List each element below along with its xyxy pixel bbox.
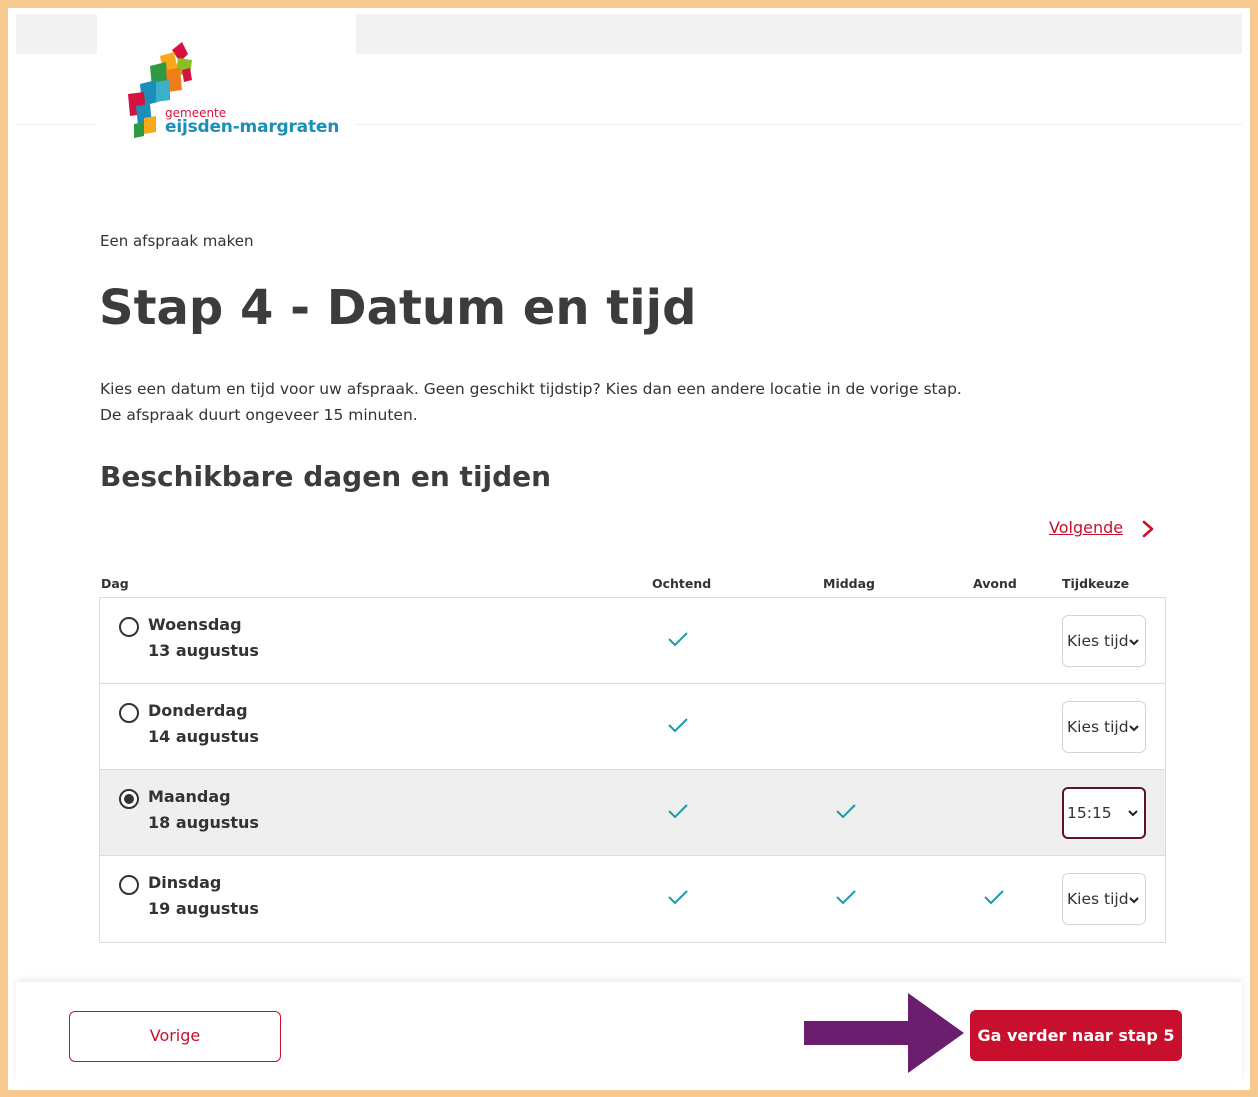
logo-text-big: eijsden-margraten bbox=[165, 117, 340, 137]
day-name: Dinsdag bbox=[148, 873, 222, 892]
time-select[interactable]: Kies tijd bbox=[1062, 701, 1146, 753]
day-name: Woensdag bbox=[148, 615, 242, 634]
chevron-down-icon bbox=[1128, 810, 1138, 817]
arrow-annotation-icon bbox=[804, 993, 964, 1073]
column-header-time-choice: Tijdkeuze bbox=[1062, 576, 1130, 591]
time-select-value: Kies tijd bbox=[1067, 718, 1129, 736]
chevron-down-icon bbox=[1129, 725, 1139, 732]
time-select[interactable]: Kies tijd bbox=[1062, 873, 1146, 925]
day-radio[interactable] bbox=[119, 875, 139, 895]
availability-table: Woensdag 13 augustus Kies tijd Donderdag… bbox=[99, 597, 1166, 943]
check-icon bbox=[668, 632, 688, 647]
column-header-evening: Avond bbox=[973, 576, 1017, 591]
column-header-morning: Ochtend bbox=[652, 576, 712, 591]
day-radio[interactable] bbox=[119, 617, 139, 637]
breadcrumb: Een afspraak maken bbox=[100, 232, 254, 250]
day-date: 19 augustus bbox=[148, 899, 259, 918]
time-select-value: 15:15 bbox=[1067, 804, 1112, 822]
intro-line-1: Kies een datum en tijd voor uw afspraak.… bbox=[100, 380, 962, 398]
next-week-link[interactable]: Volgende bbox=[1049, 518, 1123, 537]
check-icon bbox=[668, 890, 688, 905]
previous-button[interactable]: Vorige bbox=[69, 1011, 281, 1062]
chevron-right-icon[interactable] bbox=[1139, 519, 1157, 539]
chevron-down-icon bbox=[1129, 897, 1139, 904]
time-select[interactable]: 15:15 bbox=[1062, 787, 1146, 839]
day-radio-checked[interactable] bbox=[119, 789, 139, 809]
table-row[interactable]: Dinsdag 19 augustus Kies tijd bbox=[100, 856, 1165, 942]
day-name: Maandag bbox=[148, 787, 231, 806]
check-icon bbox=[668, 804, 688, 819]
intro-line-2: De afspraak duurt ongeveer 15 minuten. bbox=[100, 406, 418, 424]
check-icon bbox=[836, 890, 856, 905]
time-select-value: Kies tijd bbox=[1067, 632, 1129, 650]
continue-to-step-5-button[interactable]: Ga verder naar stap 5 bbox=[970, 1010, 1182, 1061]
day-name: Donderdag bbox=[148, 701, 248, 720]
intro-text: Kies een datum en tijd voor uw afspraak.… bbox=[100, 376, 962, 428]
page-title: Stap 4 - Datum en tijd bbox=[99, 280, 697, 336]
check-icon bbox=[836, 804, 856, 819]
day-radio[interactable] bbox=[119, 703, 139, 723]
day-date: 18 augustus bbox=[148, 813, 259, 832]
table-row[interactable]: Donderdag 14 augustus Kies tijd bbox=[100, 684, 1165, 770]
chevron-down-icon bbox=[1129, 639, 1139, 646]
day-date: 13 augustus bbox=[148, 641, 259, 660]
table-row[interactable]: Woensdag 13 augustus Kies tijd bbox=[100, 598, 1165, 684]
day-date: 14 augustus bbox=[148, 727, 259, 746]
time-select-value: Kies tijd bbox=[1067, 890, 1129, 908]
table-row-selected[interactable]: Maandag 18 augustus 15:15 bbox=[100, 770, 1165, 856]
time-select[interactable]: Kies tijd bbox=[1062, 615, 1146, 667]
check-icon bbox=[984, 890, 1004, 905]
check-icon bbox=[668, 718, 688, 733]
section-title: Beschikbare dagen en tijden bbox=[100, 460, 552, 493]
column-header-afternoon: Middag bbox=[823, 576, 876, 591]
column-header-day: Dag bbox=[101, 576, 129, 591]
